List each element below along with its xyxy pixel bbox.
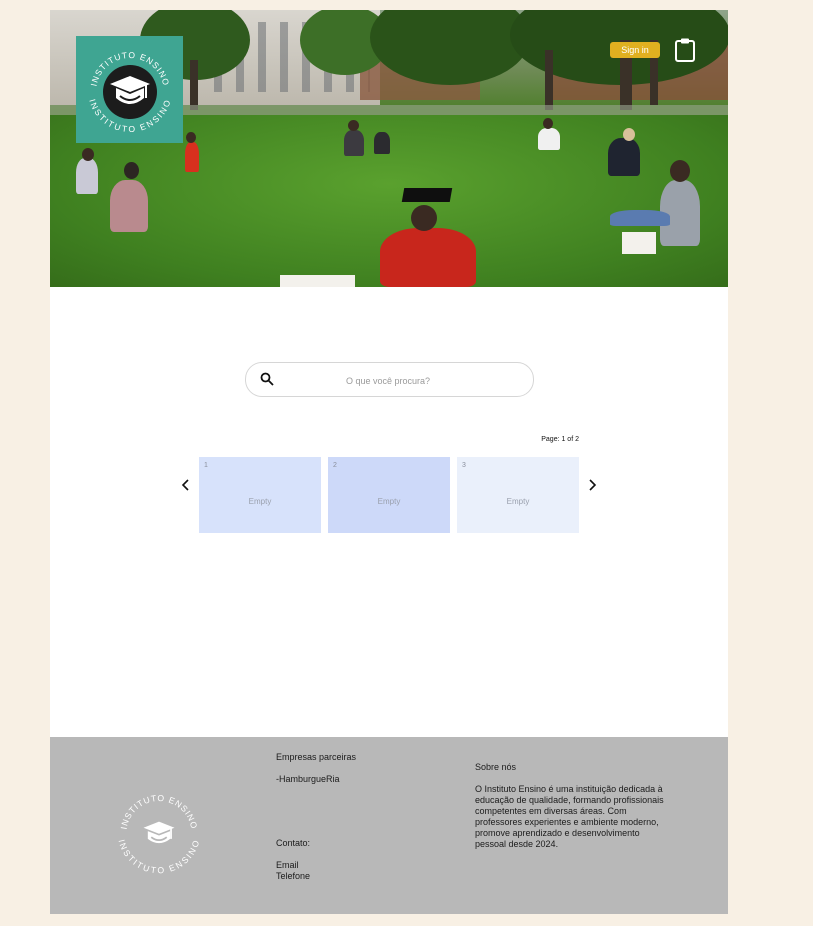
card-number: 1 [204,462,208,469]
clipboard-icon[interactable] [674,37,696,63]
card-number: 3 [462,462,466,469]
chevron-right-icon[interactable] [586,477,598,493]
contact-email[interactable]: Email [276,860,299,871]
about-title: Sobre nós [475,762,517,772]
partner-link[interactable]: -HamburgueRia [276,774,340,785]
page-container: INSTITUTO ENSINO INSTITUTO ENSINO Sign i… [50,10,728,914]
contact-title: Contato: [276,838,311,848]
sign-in-button[interactable]: Sign in [610,42,660,58]
partners-title: Empresas parceiras [276,752,357,762]
search-icon[interactable] [260,372,274,386]
institute-logo[interactable]: INSTITUTO ENSINO INSTITUTO ENSINO [76,36,183,143]
footer: INSTITUTO ENSINO INSTITUTO ENSINO Empres… [50,737,728,914]
page-indicator: Page: 1 of 2 [541,436,579,443]
svg-text:INSTITUTO ENSINO: INSTITUTO ENSINO [117,838,202,875]
graduation-cap-logo-icon: INSTITUTO ENSINO INSTITUTO ENSINO [87,49,171,133]
card-empty-label: Empty [248,497,272,506]
card-number: 2 [333,462,337,469]
carousel-card-1[interactable]: 1 Empty [199,457,321,533]
hero-image: INSTITUTO ENSINO INSTITUTO ENSINO Sign i… [50,10,728,287]
footer-logo-icon: INSTITUTO ENSINO INSTITUTO ENSINO [117,793,202,875]
search-bar[interactable] [245,362,534,397]
carousel-card-3[interactable]: 3 Empty [457,457,579,533]
card-empty-label: Empty [506,497,530,506]
card-empty-label: Empty [377,497,401,506]
footer-logo-text-bottom: INSTITUTO ENSINO [117,838,201,875]
about-text: O Instituto Ensino é uma instituição ded… [475,784,664,849]
search-input[interactable] [286,371,490,390]
contact-phone[interactable]: Telefone [276,871,310,882]
carousel-card-2[interactable]: 2 Empty [328,457,450,533]
chevron-left-icon[interactable] [180,477,192,493]
